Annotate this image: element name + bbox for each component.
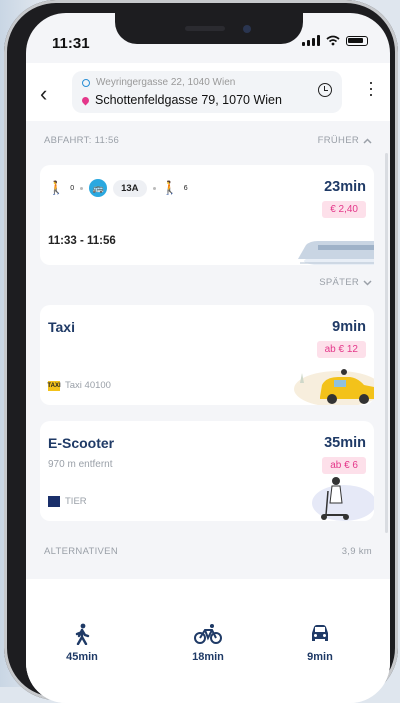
scrollbar[interactable] [385,153,388,533]
earlier-label: FRÜHER [317,135,359,146]
origin[interactable]: Weyringergasse 22, 1040 Wien [82,77,235,88]
taxi-duration: 9min [332,319,366,335]
battery-icon [346,35,368,46]
alternatives-distance: 3,9 km [341,546,372,557]
destination[interactable]: Schottenfeldgasse 79, 1070 Wien [80,93,282,107]
alternatives-label: ALTERNATIVEN [44,546,118,557]
taxi-provider: TAXI Taxi 40100 [47,380,111,391]
taxi-price: ab € 12 [316,341,366,358]
origin-ring-icon [82,78,90,87]
app-screen: 11:31 ‹ Weyringergasse 22, 1040 Wien Sch… [26,13,390,703]
later-label: SPÄTER [319,277,359,288]
alternatives-header: ALTERNATIVEN 3,9 km [26,538,390,566]
destination-address: Schottenfeldgasse 79, 1070 Wien [95,93,282,107]
back-chevron-icon[interactable]: ‹ [40,81,47,107]
line-badge: 13A [113,179,147,197]
earlier-button[interactable]: FRÜHER [318,135,372,146]
scooter-card[interactable]: E-Scooter 970 m entfernt 35min ab € 6 TI… [40,421,374,521]
scooter-duration: 35min [324,435,366,451]
scooter-title: E-Scooter [48,435,115,451]
signal-icon [302,35,320,46]
wifi-icon [326,35,340,46]
mode-walk[interactable]: 45min [42,623,122,663]
chevron-down-icon [363,279,372,286]
scooter-provider: TIER [48,496,87,507]
departure-label: ABFAHRT: 11:56 [44,135,120,146]
phone-frame: 11:31 ‹ Weyringergasse 22, 1040 Wien Sch… [4,0,398,703]
destination-pin-icon [80,95,91,105]
taxi-card[interactable]: Taxi 9min ab € 12 TAXI Taxi 40100 [40,305,374,405]
car-time: 9min [307,651,333,663]
train-illustration [298,241,374,265]
scooter-provider-name: TIER [65,496,87,507]
walk-after-minutes: 6 [183,184,188,192]
transit-duration: 23min [324,179,366,195]
taxi-illustration [294,369,374,405]
more-options-icon[interactable]: · · · [368,73,374,103]
taxi-title: Taxi [48,319,75,335]
status-time: 11:31 [52,35,90,52]
route-legs: 🚶 0 🚌 13A 🚶 6 [48,179,188,197]
bus-icon: 🚌 [89,179,108,197]
mode-bike[interactable]: 18min [168,623,248,663]
walk-before-minutes: 0 [70,184,75,192]
status-icons [302,35,368,46]
bike-time: 18min [192,651,224,663]
chevron-up-icon [363,137,372,144]
transit-price: € 2,40 [322,201,366,218]
walk-time: 45min [66,651,98,663]
origin-address: Weyringergasse 22, 1040 Wien [96,77,236,88]
walk-icon: 🚶 [161,180,178,195]
clock-icon[interactable] [318,83,332,97]
taxi-badge-icon: TAXI [47,380,61,391]
mode-car[interactable]: 9min [280,623,360,663]
route-header: ‹ Weyringergasse 22, 1040 Wien Schottenf… [26,63,390,121]
scooter-illustration [312,477,374,521]
bike-icon [168,623,248,645]
route-box[interactable]: Weyringergasse 22, 1040 Wien Schottenfel… [72,71,342,113]
later-button[interactable]: SPÄTER [319,277,372,288]
walk-icon [42,623,122,645]
scooter-distance: 970 m entfernt [48,459,113,470]
transit-card[interactable]: 🚶 0 🚌 13A 🚶 6 23min € 2,40 11:33 - 11:56 [40,165,374,265]
tier-logo-icon [48,496,60,507]
transit-times: 11:33 - 11:56 [48,235,116,247]
notch [115,13,303,44]
walk-icon: 🚶 [48,180,65,195]
car-icon [280,623,360,645]
alternatives-bar: 45min 18min 9min [26,579,390,703]
taxi-provider-name: Taxi 40100 [65,380,111,391]
